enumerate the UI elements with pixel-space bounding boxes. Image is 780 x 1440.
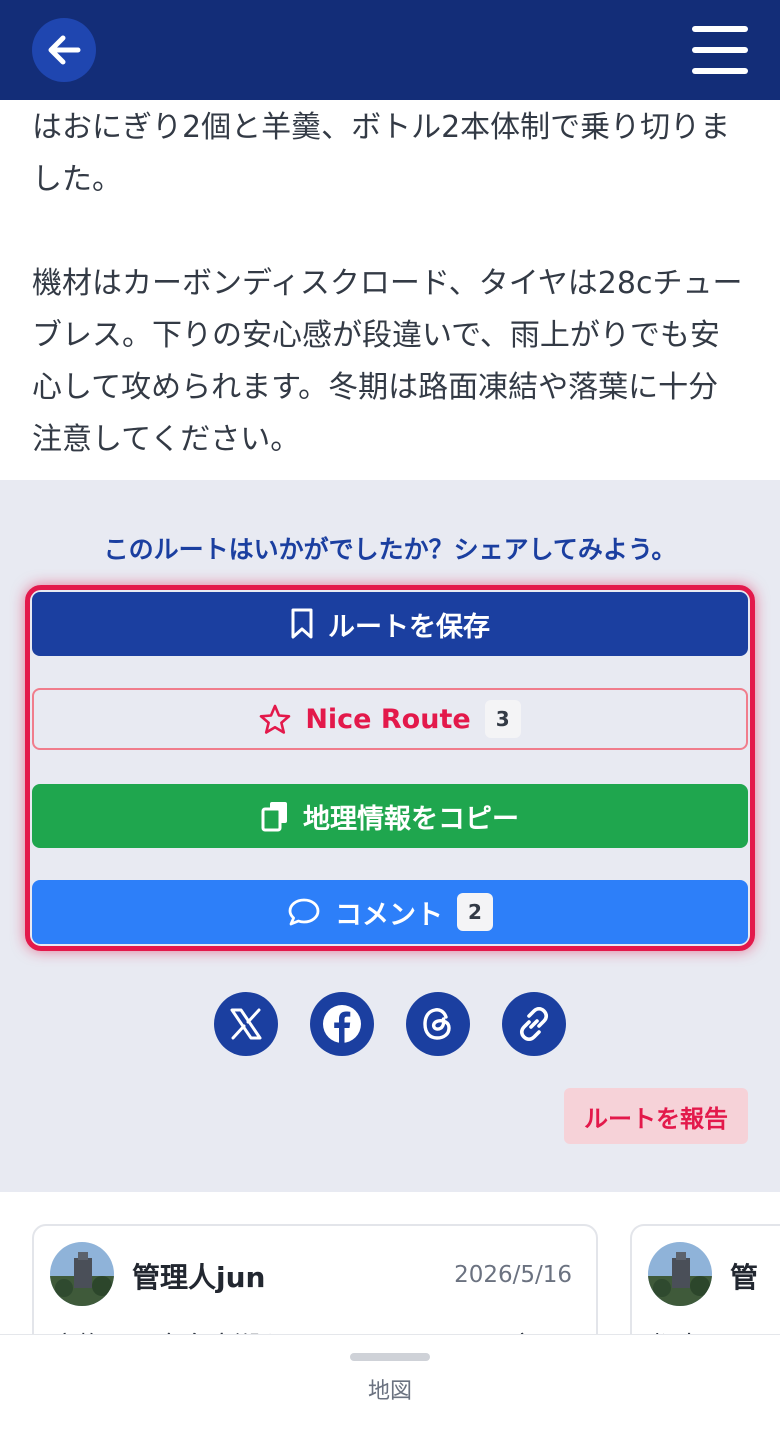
comment-count-badge: 2 xyxy=(457,893,493,931)
social-share-row xyxy=(214,992,566,1056)
copy-link-button[interactable] xyxy=(502,992,566,1056)
comment-button[interactable]: コメント 2 xyxy=(32,880,748,944)
share-facebook-button[interactable] xyxy=(310,992,374,1056)
map-bottom-sheet[interactable]: 地図 xyxy=(0,1334,780,1440)
report-route-button[interactable]: ルートを報告 xyxy=(564,1088,748,1144)
comment-author: 管理人jun xyxy=(132,1261,266,1294)
share-x-button[interactable] xyxy=(214,992,278,1056)
link-icon xyxy=(519,1006,549,1042)
star-icon xyxy=(260,704,291,734)
facebook-icon xyxy=(323,1005,361,1043)
comment-date: 2026/5/16 xyxy=(454,1262,572,1288)
route-description: はおにぎり2個と羊羹、ボトル2本体制で乗り切りました。 機材はカーボンディスクロ… xyxy=(32,100,748,466)
nice-route-label: Nice Route xyxy=(305,703,471,735)
app-header xyxy=(0,0,780,100)
save-route-button[interactable]: ルートを保存 xyxy=(32,592,748,656)
share-threads-button[interactable] xyxy=(406,992,470,1056)
speech-bubble-icon xyxy=(288,898,320,926)
save-route-label: ルートを保存 xyxy=(328,611,490,643)
back-button[interactable] xyxy=(32,18,96,82)
comment-author: 管 xyxy=(730,1261,759,1294)
description-paragraph: はおにぎり2個と羊羹、ボトル2本体制で乗り切りました。 xyxy=(32,110,731,197)
nice-count-badge: 3 xyxy=(484,700,521,738)
description-paragraph: 機材はカーボンディスクロード、タイヤは28cチューブレス。下りの安心感が段違いで… xyxy=(32,266,743,457)
route-actions-group: ルートを保存 Nice Route 3 地理情報をコピー コメント 2 xyxy=(25,585,755,951)
bookmark-icon xyxy=(291,608,313,639)
share-section: このルートはいかがでしたか？シェアしてみよう。 ルートを保存 Nice Rout… xyxy=(0,480,780,1192)
map-label: 地図 xyxy=(367,1379,412,1404)
copy-geo-info-label: 地理情報をコピー xyxy=(303,803,519,835)
avatar xyxy=(50,1242,114,1306)
comment-label: コメント xyxy=(335,899,443,931)
drag-handle[interactable] xyxy=(350,1353,430,1361)
copy-geo-info-button[interactable]: 地理情報をコピー xyxy=(32,784,748,848)
arrow-left-icon xyxy=(48,35,81,65)
avatar xyxy=(648,1242,712,1306)
copy-icon xyxy=(261,802,287,832)
nice-route-button[interactable]: Nice Route 3 xyxy=(32,688,748,750)
threads-icon xyxy=(423,1008,451,1040)
hamburger-menu-icon xyxy=(692,26,748,32)
x-icon xyxy=(230,1008,262,1040)
menu-button[interactable] xyxy=(692,26,748,74)
share-prompt: このルートはいかがでしたか？シェアしてみよう。 xyxy=(103,535,677,564)
